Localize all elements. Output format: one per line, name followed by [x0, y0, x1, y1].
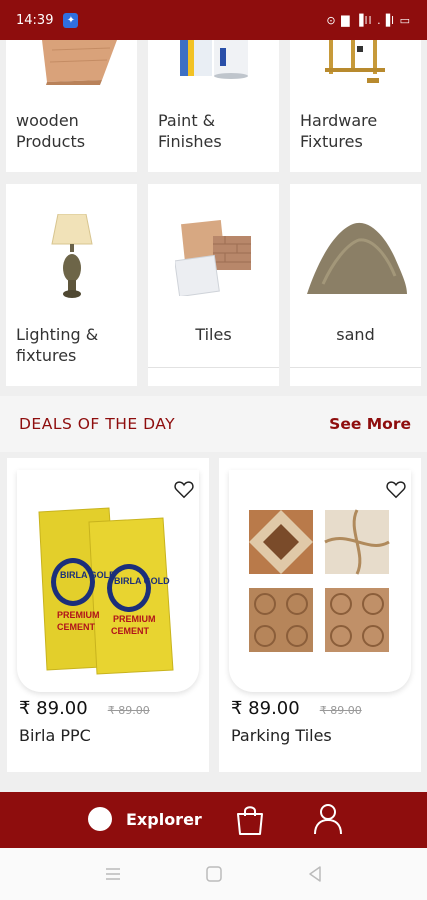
home-square-icon[interactable]: [205, 865, 223, 883]
product-price: ₹ 89.00: [19, 698, 88, 719]
category-card-tiles[interactable]: Tiles: [148, 184, 279, 386]
sand-pile-image: [290, 214, 421, 298]
plywood-image: [6, 40, 137, 85]
divider: [290, 367, 421, 368]
bag-tag-line1: PREMIUM: [57, 610, 100, 620]
product-name: Parking Tiles: [231, 726, 332, 745]
bag-tag-line1: PREMIUM: [113, 614, 156, 624]
see-more-link[interactable]: See More: [329, 415, 411, 433]
price-row: ₹ 89.00 ₹ 89.00: [231, 698, 362, 719]
product-card-birla-ppc[interactable]: BIRLA GOLD BIRLA GOLD PREMIUM CEMENT PRE…: [7, 458, 209, 772]
category-label: wooden Products: [16, 111, 86, 151]
deals-title: DEALS OF THE DAY: [19, 415, 176, 433]
hardware-fixture-image: [290, 40, 421, 84]
cement-bag-image: BIRLA GOLD BIRLA GOLD PREMIUM CEMENT PRE…: [38, 507, 174, 675]
menu-icon[interactable]: [104, 865, 122, 883]
heart-icon[interactable]: [173, 478, 195, 500]
product-image-frame: BIRLA GOLD BIRLA GOLD PREMIUM CEMENT PRE…: [17, 470, 199, 692]
product-card-parking-tiles[interactable]: ₹ 89.00 ₹ 89.00 Parking Tiles: [219, 458, 421, 772]
explorer-dot-icon: [88, 807, 112, 831]
bottom-nav: Explorer: [0, 792, 427, 848]
product-mrp: ₹ 89.00: [319, 704, 362, 717]
bag-tag-line2: CEMENT: [111, 626, 150, 636]
price-row: ₹ 89.00 ₹ 89.00: [19, 698, 150, 719]
bag-brand-text: BIRLA GOLD: [60, 570, 116, 580]
system-nav-bar: [0, 848, 427, 900]
bag-tag-line2: CEMENT: [57, 622, 96, 632]
back-icon[interactable]: [306, 865, 324, 883]
product-price: ₹ 89.00: [231, 698, 300, 719]
deals-header: DEALS OF THE DAY See More: [0, 396, 427, 452]
divider: [148, 367, 279, 368]
category-row-2: Lighting & fixtures Tiles sand: [6, 184, 421, 386]
product-image-frame: [229, 470, 411, 692]
category-label: Lighting & fixtures: [16, 325, 99, 365]
bag-brand-text: BIRLA GOLD: [114, 576, 170, 586]
user-profile-icon[interactable]: [312, 802, 344, 836]
status-icons: ⊙ ▇ ▐ll .▐l ▭: [326, 13, 411, 27]
status-bar: 14:39 ✦ ⊙ ▇ ▐ll .▐l ▭: [0, 0, 427, 40]
parking-tiles-image: [249, 509, 390, 652]
tiles-image: [148, 216, 279, 296]
category-label: Hardware Fixtures: [300, 111, 378, 151]
product-mrp: ₹ 89.00: [107, 704, 150, 717]
category-label: Tiles: [195, 325, 232, 344]
product-name: Birla PPC: [19, 726, 91, 745]
status-time: 14:39: [16, 12, 54, 28]
category-card-lighting[interactable]: Lighting & fixtures: [6, 184, 137, 386]
category-label: Paint & Finishes: [158, 111, 222, 151]
shopping-bag-icon[interactable]: [234, 804, 266, 836]
table-lamp-image: [6, 214, 137, 300]
nav-explorer[interactable]: Explorer: [88, 807, 202, 831]
category-label: sand: [336, 325, 375, 344]
category-card-sand[interactable]: sand: [290, 184, 421, 386]
heart-icon[interactable]: [385, 478, 407, 500]
paint-bucket-image: [148, 40, 279, 80]
nav-explorer-label: Explorer: [126, 809, 202, 829]
notification-icon: ✦: [63, 12, 79, 28]
